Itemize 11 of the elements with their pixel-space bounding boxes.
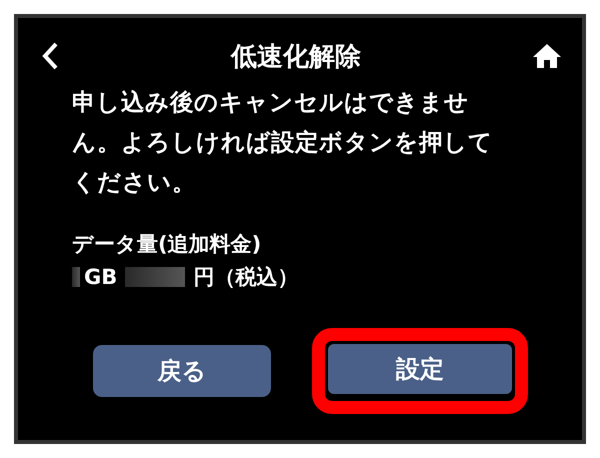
action-button[interactable]: 戻る [93,345,271,397]
data-label: データ量(追加料金) [72,231,262,258]
back-icon[interactable] [40,41,60,71]
data-value-text: 円（税込） [193,264,298,291]
action-button[interactable]: 設定 [325,341,515,397]
redaction-block [125,267,186,287]
home-icon[interactable] [532,43,562,69]
redaction-block [72,267,80,287]
data-value-text: GB [84,265,118,289]
screen-title: 低速化解除 [231,40,361,74]
message-text: 申し込み後のキャンセルはできません。よろしければ設定ボタンを押してください。 [72,87,494,198]
